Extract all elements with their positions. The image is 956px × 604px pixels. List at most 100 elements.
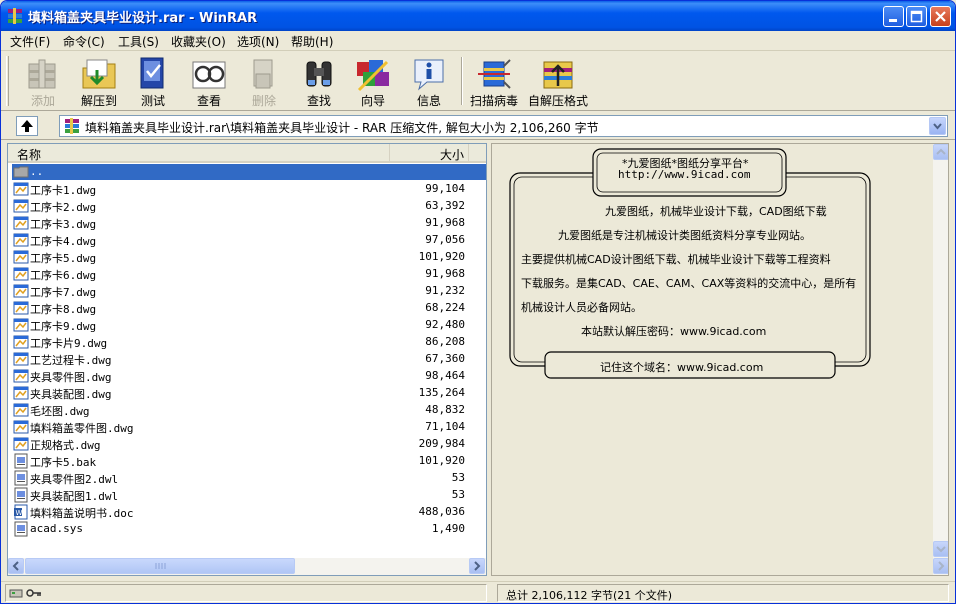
- file-size: 92,480: [425, 318, 465, 331]
- comment-line-5: 机械设计人员必备网站。: [521, 301, 642, 314]
- parent-folder-icon: [13, 164, 29, 180]
- file-size: 1,490: [431, 522, 465, 535]
- add-button-label: 添加: [30, 94, 55, 108]
- comment-line-6: 本站默认解压密码：www.9icad.com: [581, 325, 767, 338]
- file-name: 工序卡8.dwg: [30, 303, 97, 316]
- info-button[interactable]: 信息: [403, 54, 455, 109]
- test-button[interactable]: 测试: [129, 54, 177, 109]
- table-row[interactable]: 工序卡5.dwg 101,920: [8, 249, 486, 266]
- virus-scan-button-label: 扫描病毒: [469, 94, 518, 108]
- table-row[interactable]: 夹具装配图1.dwl 53: [8, 487, 486, 504]
- table-row[interactable]: 填料箱盖零件图.dwg 71,104: [8, 419, 486, 436]
- path-dropdown-button[interactable]: [929, 117, 946, 135]
- table-row[interactable]: W 填料箱盖说明书.doc 488,036: [8, 504, 486, 521]
- maximize-icon: [910, 10, 923, 23]
- file-size: 101,920: [418, 454, 465, 467]
- find-button-label: 查找: [306, 94, 331, 108]
- status-total: 总计 2,106,112 字节(21 个文件): [506, 589, 673, 602]
- horizontal-scroll-thumb[interactable]: [25, 558, 295, 574]
- scroll-left-button[interactable]: [8, 558, 24, 574]
- sfx-button-label: 自解压格式: [527, 94, 588, 108]
- delete-icon: [253, 59, 273, 89]
- key-icon: [26, 589, 41, 597]
- delete-button[interactable]: 删除: [239, 54, 289, 109]
- file-size: 97,056: [425, 233, 465, 246]
- title-bar[interactable]: 填料箱盖夹具毕业设计.rar - WinRAR: [1, 1, 955, 31]
- toolbar-grip[interactable]: [6, 56, 9, 106]
- extract-to-button[interactable]: 解压到: [73, 54, 125, 109]
- table-row[interactable]: 工序卡2.dwg 63,392: [8, 198, 486, 215]
- scroll-up-button[interactable]: [933, 144, 948, 160]
- file-name: 夹具装配图.dwg: [30, 388, 112, 401]
- table-row[interactable]: acad.sys 1,490: [8, 521, 486, 538]
- maximize-button[interactable]: [906, 6, 927, 27]
- table-row[interactable]: 正规格式.dwg 209,984: [8, 436, 486, 453]
- table-row[interactable]: 毛坯图.dwg 48,832: [8, 402, 486, 419]
- column-header-size-label: 大小: [439, 148, 464, 162]
- dwg-file-icon: [13, 385, 29, 401]
- winrar-app-icon: [8, 8, 22, 24]
- file-name: 工序卡5.bak: [30, 456, 97, 469]
- info-button-label: 信息: [416, 94, 441, 108]
- table-row[interactable]: 工序卡8.dwg 68,224: [8, 300, 486, 317]
- table-row[interactable]: 工序卡9.dwg 92,480: [8, 317, 486, 334]
- dwg-file-icon: [13, 283, 29, 299]
- list-header: 名称 大小: [8, 144, 486, 163]
- virus-scan-button[interactable]: 扫描病毒: [467, 54, 521, 109]
- comment-footer: 记住这个域名：www.9icad.com: [600, 361, 764, 374]
- menu-tools[interactable]: 工具(S): [118, 33, 159, 50]
- column-header-extra[interactable]: [470, 144, 486, 162]
- dwg-file-icon: [13, 181, 29, 197]
- menu-options[interactable]: 选项(N): [237, 33, 279, 50]
- delete-button-label: 删除: [251, 94, 276, 108]
- table-row[interactable]: 工序卡片9.dwg 86,208: [8, 334, 486, 351]
- chevron-right-icon: [474, 561, 481, 571]
- parent-folder-row[interactable]: ..: [8, 164, 486, 181]
- menu-file[interactable]: 文件(F): [10, 33, 50, 50]
- view-button-label: 查看: [196, 94, 221, 108]
- table-row[interactable]: 工序卡5.bak 101,920: [8, 453, 486, 470]
- dwg-file-icon: [13, 198, 29, 214]
- file-name: 工序卡2.dwg: [30, 201, 97, 214]
- menu-commands[interactable]: 命令(C): [63, 33, 105, 50]
- scroll-right-button[interactable]: [469, 558, 485, 574]
- table-row[interactable]: 夹具零件图.dwg 98,464: [8, 368, 486, 385]
- dwg-file-icon: [13, 317, 29, 333]
- up-folder-button[interactable]: [16, 116, 38, 136]
- file-name: 工序卡9.dwg: [30, 320, 97, 333]
- add-button[interactable]: 添加: [17, 54, 69, 109]
- file-list[interactable]: 名称 大小 .. 工序卡1.dwg 99,104 工序卡2.dwg 63,392 工序卡3…: [7, 143, 487, 576]
- file-name: 工序卡片9.dwg: [30, 337, 108, 350]
- file-size: 91,232: [425, 284, 465, 297]
- table-row[interactable]: 工序卡4.dwg 97,056: [8, 232, 486, 249]
- file-name: 工序卡1.dwg: [30, 184, 97, 197]
- table-row[interactable]: 工序卡6.dwg 91,968: [8, 266, 486, 283]
- wizard-button[interactable]: 向导: [347, 54, 399, 109]
- column-header-name[interactable]: 名称: [8, 144, 390, 162]
- column-header-size[interactable]: 大小: [391, 144, 469, 162]
- table-row[interactable]: 工艺过程卡.dwg 67,360: [8, 351, 486, 368]
- close-button[interactable]: [930, 6, 951, 27]
- view-button[interactable]: 查看: [183, 54, 235, 109]
- file-size: 53: [451, 488, 465, 501]
- scroll-right-button-comment[interactable]: [933, 558, 948, 574]
- table-row[interactable]: 工序卡1.dwg 99,104: [8, 181, 486, 198]
- scroll-down-button[interactable]: [933, 541, 948, 557]
- drive-icon: [9, 589, 23, 598]
- view-icon: [192, 61, 226, 89]
- file-size: 91,968: [425, 216, 465, 229]
- path-combobox[interactable]: 填料箱盖夹具毕业设计.rar\填料箱盖夹具毕业设计 - RAR 压缩文件, 解包…: [59, 115, 948, 137]
- minimize-button[interactable]: [883, 6, 904, 27]
- vertical-scrollbar[interactable]: [933, 144, 948, 575]
- horizontal-scrollbar[interactable]: [8, 558, 486, 575]
- table-row[interactable]: 夹具装配图.dwg 135,264: [8, 385, 486, 402]
- table-row[interactable]: 工序卡7.dwg 91,232: [8, 283, 486, 300]
- menu-help[interactable]: 帮助(H): [291, 33, 333, 50]
- menu-favorites[interactable]: 收藏夹(O): [171, 33, 226, 50]
- table-row[interactable]: 夹具零件图2.dwl 53: [8, 470, 486, 487]
- file-size: 71,104: [425, 420, 465, 433]
- table-row[interactable]: 工序卡3.dwg 91,968: [8, 215, 486, 232]
- sfx-button[interactable]: 自解压格式: [525, 54, 591, 109]
- find-button[interactable]: 查找: [293, 54, 345, 109]
- file-name: 工序卡6.dwg: [30, 269, 97, 282]
